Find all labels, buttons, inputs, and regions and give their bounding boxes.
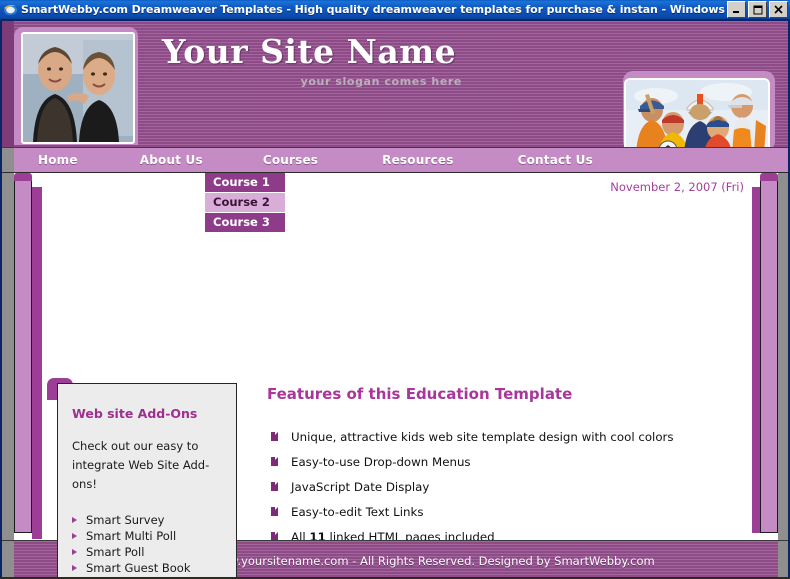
feature-text: Easy-to-edit Text Links [291, 505, 424, 519]
sidebar-title: Web site Add-Ons [72, 406, 198, 421]
sidebar-item-smart-poll[interactable]: Smart Poll [72, 544, 222, 560]
sidebar-item-smart-quote[interactable]: Smart Quote [72, 576, 222, 577]
sidebar-panel: Web site Add-Ons Check out our easy to i… [57, 383, 237, 577]
sidebar-item-smart-multi-poll[interactable]: Smart Multi Poll [72, 528, 222, 544]
left-decor-bar-light [14, 181, 32, 533]
document-bullet-icon [271, 507, 278, 516]
sidebar-item-label: Smart Guest Book [86, 561, 191, 575]
document-bullet-icon [271, 482, 278, 491]
browser-window: SmartWebby.com Dreamweaver Templates - H… [0, 0, 790, 579]
site-slogan: your slogan comes here [300, 75, 462, 88]
content-area: November 2, 2007 (Fri) Web site Add-Ons … [2, 173, 788, 577]
right-decor-bar-dark [752, 187, 760, 533]
sidebar-description: Check out our easy to integrate Web Site… [72, 439, 210, 491]
nav-item-contact-us[interactable]: Contact Us [508, 153, 603, 167]
feature-text: Easy-to-use Drop-down Menus [291, 455, 471, 469]
dropdown-item-course-1[interactable]: Course 1 [205, 173, 285, 193]
sidebar-item-label: Smart Survey [86, 513, 165, 527]
two-smiling-girls-photo [21, 32, 135, 144]
main-navigation: Home About Us Courses Resources Contact … [2, 147, 788, 173]
internet-explorer-icon [3, 2, 18, 17]
nav-item-home[interactable]: Home [28, 153, 88, 167]
list-item: Easy-to-use Drop-down Menus [267, 454, 737, 471]
footer-right-edge [778, 541, 788, 577]
maximize-button[interactable] [748, 1, 767, 18]
content-left-edge [2, 173, 14, 540]
sidebar-item-label: Smart Multi Poll [86, 529, 177, 543]
courses-dropdown-menu: Course 1 Course 2 Course 3 [205, 173, 285, 233]
close-button[interactable] [769, 1, 788, 18]
document-bullet-icon [271, 432, 278, 441]
left-decor-bar-dark [32, 187, 42, 539]
triangle-bullet-icon [72, 549, 77, 555]
dropdown-item-course-2[interactable]: Course 2 [205, 193, 285, 213]
right-decor-bar-light [760, 181, 778, 533]
site-header: Your Site Name your slogan comes here [2, 21, 788, 155]
current-date: November 2, 2007 (Fri) [610, 180, 744, 194]
window-title: SmartWebby.com Dreamweaver Templates - H… [21, 3, 725, 16]
nav-item-about-us[interactable]: About Us [130, 153, 213, 167]
header-left-edge [2, 21, 14, 147]
page-content: Your Site Name your slogan comes here Ho… [2, 21, 788, 577]
sidebar-item-smart-guest-book[interactable]: Smart Guest Book [72, 560, 222, 576]
triangle-bullet-icon [72, 533, 77, 539]
triangle-bullet-icon [72, 517, 77, 523]
window-titlebar: SmartWebby.com Dreamweaver Templates - H… [0, 0, 790, 19]
minimize-button[interactable] [727, 1, 746, 18]
nav-left-edge [2, 148, 14, 172]
sidebar-item-smart-survey[interactable]: Smart Survey [72, 512, 222, 528]
site-title: Your Site Name [162, 32, 457, 71]
footer-left-edge [2, 541, 14, 577]
list-item: Easy-to-edit Text Links [267, 504, 737, 521]
dropdown-item-course-3[interactable]: Course 3 [205, 213, 285, 233]
nav-item-courses[interactable]: Courses [253, 153, 328, 167]
list-item: Unique, attractive kids web site templat… [267, 429, 737, 446]
content-right-edge [778, 173, 788, 540]
feature-text: JavaScript Date Display [291, 480, 430, 494]
document-bullet-icon [271, 457, 278, 466]
page-title: Features of this Education Template [267, 385, 573, 403]
triangle-bullet-icon [72, 565, 77, 571]
sidebar-item-label: Smart Poll [86, 545, 145, 559]
list-item: JavaScript Date Display [267, 479, 737, 496]
kids-in-sports-gear-photo [624, 78, 770, 155]
nav-item-resources[interactable]: Resources [372, 153, 463, 167]
feature-text: Unique, attractive kids web site templat… [291, 430, 674, 444]
